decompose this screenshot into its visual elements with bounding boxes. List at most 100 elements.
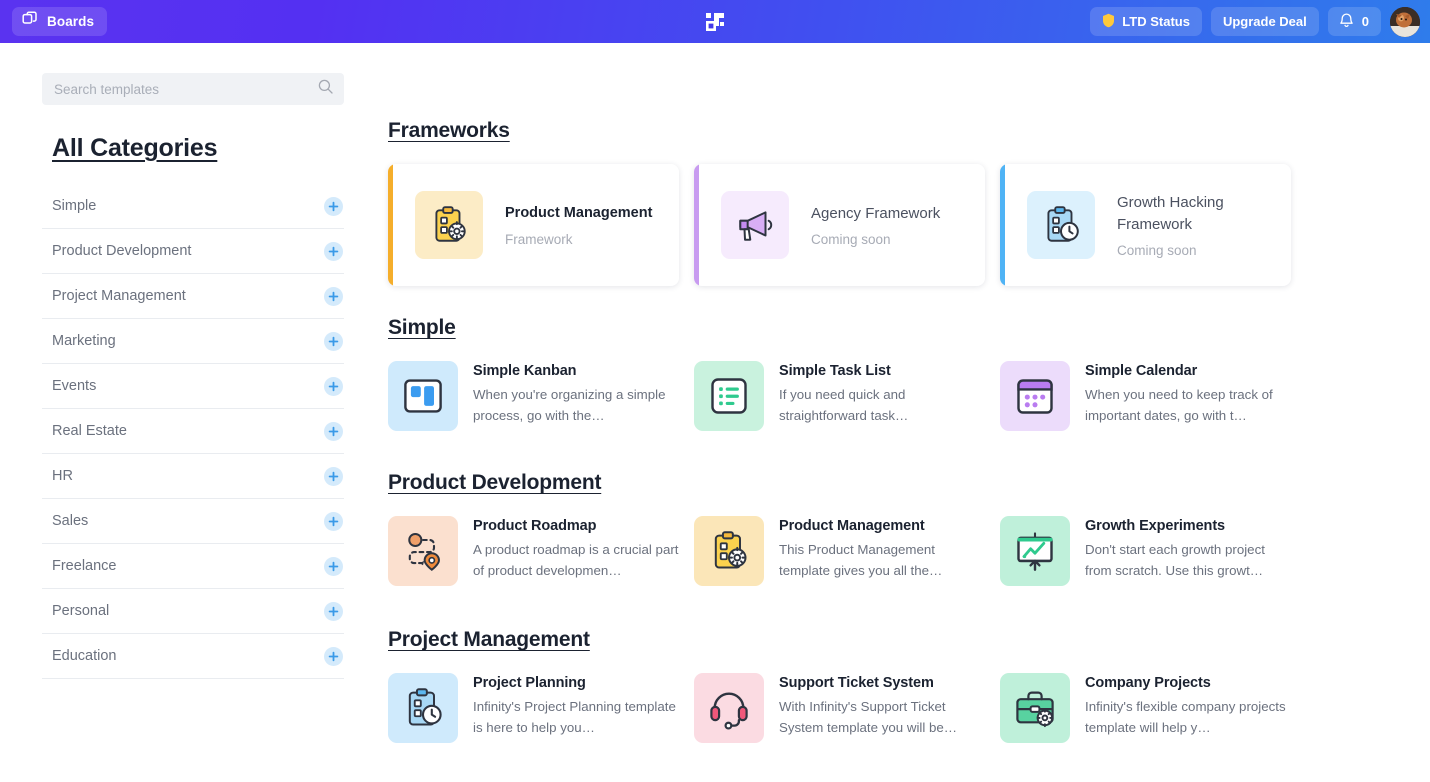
sidebar-category-label: Freelance xyxy=(52,558,117,574)
framework-card-subtitle: Framework xyxy=(505,231,573,247)
sidebar-category-label: Marketing xyxy=(52,333,116,349)
sidebar-category-item[interactable]: Real Estate xyxy=(42,409,344,454)
card-accent-bar xyxy=(694,164,699,286)
template-card-description: If you need quick and straightforward ta… xyxy=(779,387,909,424)
sidebar-category-item[interactable]: Simple xyxy=(42,184,344,229)
framework-card[interactable]: Growth Hacking Framework Coming soon xyxy=(1000,164,1291,286)
template-card-title: Simple Calendar xyxy=(1085,363,1198,379)
template-card-title: Simple Kanban xyxy=(473,363,577,379)
bell-icon xyxy=(1339,12,1354,31)
template-card[interactable]: Growth Experiments Don't start each growt… xyxy=(1000,516,1291,586)
template-card[interactable]: Project Planning Infinity's Project Plann… xyxy=(388,673,679,743)
framework-card[interactable]: Agency Framework Coming soon xyxy=(694,164,985,286)
ltd-status-label: LTD Status xyxy=(1122,14,1190,29)
template-card-description: This Product Management template gives y… xyxy=(779,542,943,579)
template-card-text: Support Ticket System With Infinity's Sup… xyxy=(779,673,985,739)
template-card-text: Project Planning Infinity's Project Plann… xyxy=(473,673,679,739)
clipboard-gear-icon xyxy=(415,191,483,259)
plus-icon[interactable] xyxy=(324,286,343,306)
sidebar-category-item[interactable]: Sales xyxy=(42,499,344,544)
template-card-description: Don't start each growth project from scr… xyxy=(1085,542,1265,579)
card-grid: Product Management Framework Agency Framew… xyxy=(388,164,1430,286)
template-card[interactable]: Simple Task List If you need quick and st… xyxy=(694,361,985,431)
sidebar-category-item[interactable]: Freelance xyxy=(42,544,344,589)
template-card[interactable]: Product Management This Product Managemen… xyxy=(694,516,985,586)
plus-icon[interactable] xyxy=(324,331,343,351)
sidebar-category-label: Sales xyxy=(52,513,89,529)
calendar-icon xyxy=(1000,361,1070,431)
sidebar-category-item[interactable]: Project Management xyxy=(42,274,344,319)
sidebar-category-item[interactable]: Education xyxy=(42,634,344,679)
template-card-description: With Infinity's Support Ticket System te… xyxy=(779,699,958,736)
section-title: Frameworks xyxy=(388,119,510,142)
sidebar-category-item[interactable]: HR xyxy=(42,454,344,499)
templates-main: Frameworks Product Management Framework Age… xyxy=(345,43,1430,782)
template-card-text: Simple Task List If you need quick and st… xyxy=(779,361,985,427)
template-card[interactable]: Simple Kanban When you're organizing a si… xyxy=(388,361,679,431)
sidebar-category-label: Real Estate xyxy=(52,423,127,439)
plus-icon[interactable] xyxy=(324,376,343,396)
framework-card-text: Agency Framework Coming soon xyxy=(811,203,940,247)
template-card[interactable]: Support Ticket System With Infinity's Sup… xyxy=(694,673,985,743)
template-card-title: Growth Experiments xyxy=(1085,518,1226,534)
framework-card-title: Growth Hacking Framework xyxy=(1117,194,1224,233)
header-actions: LTD Status Upgrade Deal 0 xyxy=(1090,6,1422,37)
plus-icon[interactable] xyxy=(324,241,343,261)
template-card[interactable]: Simple Calendar When you need to keep tra… xyxy=(1000,361,1291,431)
framework-card[interactable]: Product Management Framework xyxy=(388,164,679,286)
template-card-title: Project Planning xyxy=(473,675,586,691)
plus-icon[interactable] xyxy=(324,421,343,441)
briefcase-gear-icon xyxy=(1000,673,1070,743)
sidebar-category-label: HR xyxy=(52,468,73,484)
boards-button[interactable]: Boards xyxy=(12,7,108,36)
framework-card-title: Product Management xyxy=(505,205,653,222)
plus-icon[interactable] xyxy=(324,466,343,486)
avatar[interactable] xyxy=(1390,6,1420,37)
clipboard-clock-icon xyxy=(388,673,458,743)
notification-count: 0 xyxy=(1361,14,1369,29)
sidebar: All Categories Simple Product Development… xyxy=(0,43,345,782)
framework-card-subtitle: Coming soon xyxy=(811,231,891,247)
template-card-description: Infinity's flexible company projects tem… xyxy=(1085,699,1286,736)
section-title: Product Development xyxy=(388,471,602,494)
section-title: Simple xyxy=(388,316,456,339)
search-icon[interactable] xyxy=(318,79,333,99)
template-card-title: Support Ticket System xyxy=(779,675,934,691)
clipboard-clock-icon xyxy=(1027,191,1095,259)
search-input[interactable] xyxy=(54,81,318,97)
card-accent-bar xyxy=(388,164,393,286)
template-card-text: Growth Experiments Don't start each growt… xyxy=(1085,516,1291,582)
sidebar-category-item[interactable]: Product Development xyxy=(42,229,344,274)
notifications-button[interactable]: 0 xyxy=(1327,7,1381,36)
template-card-text: Product Roadmap A product roadmap is a cr… xyxy=(473,516,679,582)
clipboard-gear-icon xyxy=(694,516,764,586)
template-card[interactable]: Product Roadmap A product roadmap is a cr… xyxy=(388,516,679,586)
sidebar-category-item[interactable]: Personal xyxy=(42,589,344,634)
plus-icon[interactable] xyxy=(324,511,343,531)
template-card-description: A product roadmap is a crucial part of p… xyxy=(473,542,679,579)
template-card-text: Product Management This Product Managemen… xyxy=(779,516,985,582)
sidebar-category-label: Personal xyxy=(52,603,110,619)
sidebar-category-item[interactable]: Marketing xyxy=(42,319,344,364)
search-templates-box[interactable] xyxy=(42,73,344,105)
upgrade-deal-button[interactable]: Upgrade Deal xyxy=(1210,7,1319,36)
plus-icon[interactable] xyxy=(324,556,343,576)
category-list: Simple Product Development Project Managem… xyxy=(42,184,344,679)
sidebar-category-label: Education xyxy=(52,648,117,664)
template-card-description: When you're organizing a simple process,… xyxy=(473,387,666,424)
plus-icon[interactable] xyxy=(324,601,343,621)
plus-icon[interactable] xyxy=(324,646,343,666)
framework-card-text: Product Management Framework xyxy=(505,203,652,246)
ltd-status-button[interactable]: LTD Status xyxy=(1090,7,1202,36)
sidebar-category-item[interactable]: Events xyxy=(42,364,344,409)
template-section: Frameworks Product Management Framework Age… xyxy=(388,119,1430,286)
headset-icon xyxy=(694,673,764,743)
plus-icon[interactable] xyxy=(324,196,343,216)
template-card-title: Product Roadmap xyxy=(473,518,597,534)
task-list-icon xyxy=(694,361,764,431)
card-grid: Simple Kanban When you're organizing a si… xyxy=(388,361,1430,431)
card-accent-bar xyxy=(1000,164,1005,286)
template-card[interactable]: Company Projects Infinity's flexible comp… xyxy=(1000,673,1291,743)
template-card-text: Simple Calendar When you need to keep tra… xyxy=(1085,361,1291,427)
framework-card-title: Agency Framework xyxy=(811,205,941,223)
